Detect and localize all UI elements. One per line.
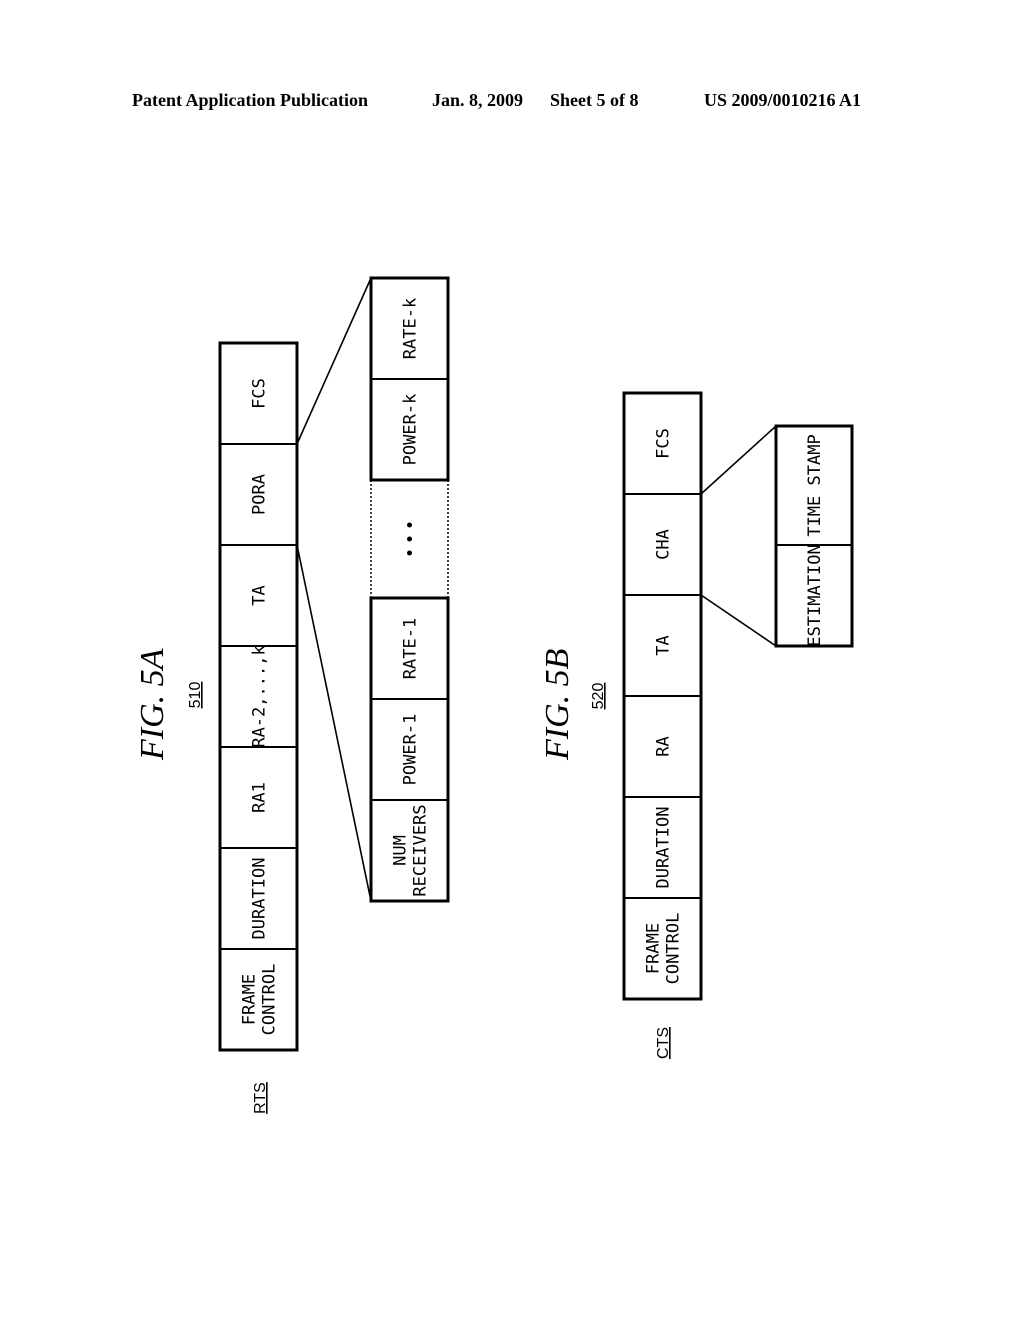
rts-field-label: PORA xyxy=(250,474,270,515)
cts-field-label: TA xyxy=(654,635,674,655)
rts-field-label: RA1 xyxy=(250,782,270,813)
ellipsis-dot xyxy=(407,550,412,556)
cha-expansion: ESTIMATION TIME STAMP xyxy=(774,424,854,648)
cts-field-label: FRAMECONTROL xyxy=(644,913,684,985)
fig-5b-ref: 520 xyxy=(590,683,607,710)
frame-format-diagram: FIG. 5A 510 RTS FRAMECONTROL DURATION RA1 R… xyxy=(134,276,854,1114)
rts-field-label: FRAMECONTROL xyxy=(240,964,280,1036)
cts-field-label: CHA xyxy=(654,529,674,560)
fig-5a-ref: 510 xyxy=(187,682,204,709)
cts-frame: FRAMECONTROL DURATION RA TA CHA FCS xyxy=(622,391,703,1001)
connector-line xyxy=(296,544,372,902)
cts-field-label: RA xyxy=(654,736,674,756)
rts-field-label: FCS xyxy=(250,378,270,409)
ellipsis-dot xyxy=(407,522,412,528)
pora-field-label: RATE-1 xyxy=(401,618,421,679)
ellipsis-dot xyxy=(407,536,412,542)
rts-field-label: TA xyxy=(250,585,270,605)
cha-field-label: ESTIMATION xyxy=(805,544,825,646)
cts-label: CTS xyxy=(655,1027,672,1059)
connector-line xyxy=(700,425,777,495)
cts-field-label: DURATION xyxy=(654,807,674,889)
cha-field-label: TIME STAMP xyxy=(805,434,825,536)
connector-line xyxy=(700,594,777,647)
rts-label: RTS xyxy=(252,1082,269,1114)
connector-line xyxy=(296,277,372,445)
pora-field-label: POWER-k xyxy=(401,394,421,466)
fig-5b-title: FIG. 5B xyxy=(539,648,576,761)
pora-expansion: NUMRECEIVERSPOWER-1RATE-1POWER-kRATE-k xyxy=(369,276,450,903)
rts-field-label: DURATION xyxy=(250,858,270,940)
pora-field-label: POWER-1 xyxy=(401,714,421,786)
rts-frame: FRAMECONTROL DURATION RA1 RA-2,...,k TA PORA F… xyxy=(218,341,299,1052)
pora-field-label: RATE-k xyxy=(401,298,421,359)
fig-5a-title: FIG. 5A xyxy=(134,648,171,761)
cts-field-label: FCS xyxy=(654,428,674,459)
rts-field-label: RA-2,...,k xyxy=(250,645,270,747)
